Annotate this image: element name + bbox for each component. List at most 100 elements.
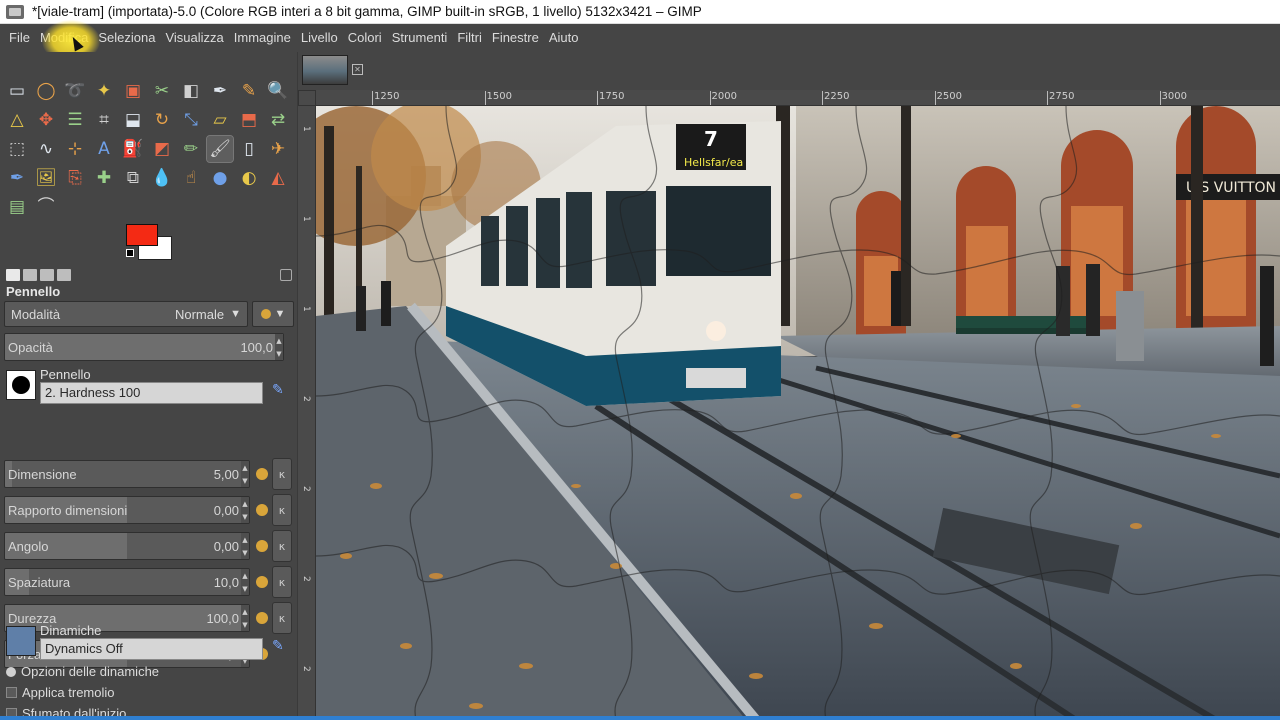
dynamics-options-expander[interactable]: Opzioni delle dinamiche [6, 664, 159, 679]
paths-icon[interactable]: ✒ [207, 78, 233, 104]
mypaint-brush-icon[interactable]: 🖼 [33, 165, 59, 191]
menu-filtri[interactable]: Filtri [452, 24, 487, 52]
brush-name-field[interactable]: 2. Hardness 100 [40, 382, 263, 404]
slider-rapporto-dimensioni[interactable]: Rapporto dimensioni 0,00 ▲ ▼ [4, 496, 250, 524]
reset-icon[interactable]: κ [272, 602, 292, 634]
slider-label: Spaziatura [8, 575, 71, 590]
measure-icon[interactable]: △ [4, 107, 30, 133]
mode-options-button[interactable]: ▼ [252, 301, 294, 327]
dock-menu-button[interactable] [280, 269, 292, 281]
unified-transform-icon[interactable]: ⬓ [120, 107, 146, 133]
brush-preview[interactable] [6, 370, 36, 400]
smudge-icon[interactable]: ☝ [178, 165, 204, 191]
ruler-corner[interactable] [298, 90, 316, 106]
image-thumbnail[interactable] [302, 55, 348, 85]
reset-icon[interactable]: κ [272, 458, 292, 490]
reset-icon[interactable]: κ [272, 494, 292, 526]
free-select-icon[interactable]: ➰ [62, 78, 88, 104]
menu-strumenti[interactable]: Strumenti [387, 24, 453, 52]
default-colors-icon[interactable] [126, 249, 134, 257]
opacity-spin[interactable]: ▲ ▼ [275, 334, 283, 360]
menu-aiuto[interactable]: Aiuto [544, 24, 584, 52]
link-icon[interactable] [256, 504, 268, 516]
move-icon[interactable]: ✥ [33, 107, 59, 133]
mode-select[interactable]: Modalità Normale ▼ [4, 301, 248, 327]
menu-visualizza[interactable]: Visualizza [160, 24, 228, 52]
opacity-slider[interactable]: Opacità 100,0 ▲ ▼ [4, 333, 284, 361]
device-status-tab[interactable] [23, 269, 37, 281]
color-picker-icon[interactable]: ✎ [236, 78, 262, 104]
align-icon[interactable]: ☰ [62, 107, 88, 133]
perspective-clone-icon[interactable]: ⧉ [120, 165, 146, 191]
edit-dynamics-icon[interactable]: ✎ [272, 638, 288, 654]
dynamics-preview[interactable] [6, 626, 36, 656]
reset-icon[interactable]: κ [272, 530, 292, 562]
slider-spin[interactable]: ▲▼ [241, 605, 249, 631]
gradient-curve-icon[interactable]: ⌒ [33, 194, 59, 220]
slider-spin[interactable]: ▲▼ [241, 533, 249, 559]
scissors-icon[interactable]: ✂ [149, 78, 175, 104]
link-icon[interactable] [256, 468, 268, 480]
menu-file[interactable]: File [4, 24, 35, 52]
apply-jitter-checkbox[interactable]: Applica tremolio [6, 685, 115, 700]
link-icon[interactable] [256, 576, 268, 588]
slider-spin[interactable]: ▲▼ [241, 461, 249, 487]
rect-select-icon[interactable]: ▭ [4, 78, 30, 104]
edit-brush-icon[interactable]: ✎ [272, 382, 288, 398]
vertical-ruler[interactable]: 1 1 1 2 2 2 2 [298, 106, 316, 720]
menu-immagine[interactable]: Immagine [229, 24, 296, 52]
fuzzy-select-icon[interactable]: ✦ [91, 78, 117, 104]
handle-transform-icon[interactable]: ⊹ [62, 136, 88, 162]
link-icon[interactable] [256, 540, 268, 552]
magnify-icon[interactable]: 🔍 [265, 78, 291, 104]
slider-dimensione[interactable]: Dimensione 5,00 ▲ ▼ [4, 460, 250, 488]
cage-icon[interactable]: ⬚ [4, 136, 30, 162]
eraser-icon[interactable]: ▯ [236, 136, 262, 162]
text-icon[interactable]: A [91, 136, 117, 162]
slider-angolo[interactable]: Angolo 0,00 ▲ ▼ [4, 532, 250, 560]
tool-options-title: Pennello [6, 284, 61, 299]
ink-icon[interactable]: ✒ [4, 165, 30, 191]
color-select-icon[interactable]: ▣ [120, 78, 146, 104]
warp-icon[interactable]: ∿ [33, 136, 59, 162]
perspective-icon[interactable]: ⬒ [236, 107, 262, 133]
close-icon[interactable]: ✕ [352, 64, 363, 75]
slider-spaziatura[interactable]: Spaziatura 10,0 ▲ ▼ [4, 568, 250, 596]
menu-colori[interactable]: Colori [343, 24, 387, 52]
pencil-icon[interactable]: ✏ [178, 136, 204, 162]
crop-icon[interactable]: ⌗ [91, 107, 117, 133]
fg-bg-colors[interactable] [124, 222, 176, 262]
bucket-fill-icon[interactable]: ⛽ [120, 136, 146, 162]
desaturate-icon[interactable]: ◐ [236, 165, 262, 191]
images-tab[interactable] [57, 269, 71, 281]
slider-spin[interactable]: ▲▼ [241, 569, 249, 595]
levels-icon[interactable]: ▤ [4, 194, 30, 220]
menu-finestre[interactable]: Finestre [487, 24, 544, 52]
slider-spin[interactable]: ▲▼ [241, 497, 249, 523]
menu-livello[interactable]: Livello [296, 24, 343, 52]
tool-options-tab[interactable] [6, 269, 20, 281]
scale-icon[interactable]: ⤡ [178, 107, 204, 133]
flip-icon[interactable]: ⇄ [265, 107, 291, 133]
menu-seleziona[interactable]: Seleziona [93, 24, 160, 52]
rotate-icon[interactable]: ↻ [149, 107, 175, 133]
curves-icon[interactable]: ◭ [265, 165, 291, 191]
image-canvas[interactable]: UIS VUITTON 7 Hellsfar/ea [316, 106, 1280, 720]
menu-modifica[interactable]: Modifica [35, 24, 93, 52]
airbrush-icon[interactable]: ✈ [265, 136, 291, 162]
foreground-select-icon[interactable]: ◧ [178, 78, 204, 104]
blur-icon[interactable]: 💧 [149, 165, 175, 191]
reset-icon[interactable]: κ [272, 566, 292, 598]
undo-history-tab[interactable] [40, 269, 54, 281]
clone-icon[interactable]: ⎘ [62, 165, 88, 191]
dynamics-name-field[interactable]: Dynamics Off [40, 638, 263, 660]
dodge-burn-icon[interactable]: ● [207, 165, 233, 191]
horizontal-ruler[interactable]: 1250 1500 1750 2000 2250 2500 2750 3000 [316, 90, 1280, 106]
ellipse-select-icon[interactable]: ◯ [33, 78, 59, 104]
blend-icon[interactable]: ◩ [149, 136, 175, 162]
foreground-color-swatch[interactable] [126, 224, 158, 246]
heal-icon[interactable]: ✚ [91, 165, 117, 191]
shear-icon[interactable]: ▱ [207, 107, 233, 133]
link-icon[interactable] [256, 612, 268, 624]
paintbrush-icon[interactable]: 🖌 [206, 135, 234, 163]
